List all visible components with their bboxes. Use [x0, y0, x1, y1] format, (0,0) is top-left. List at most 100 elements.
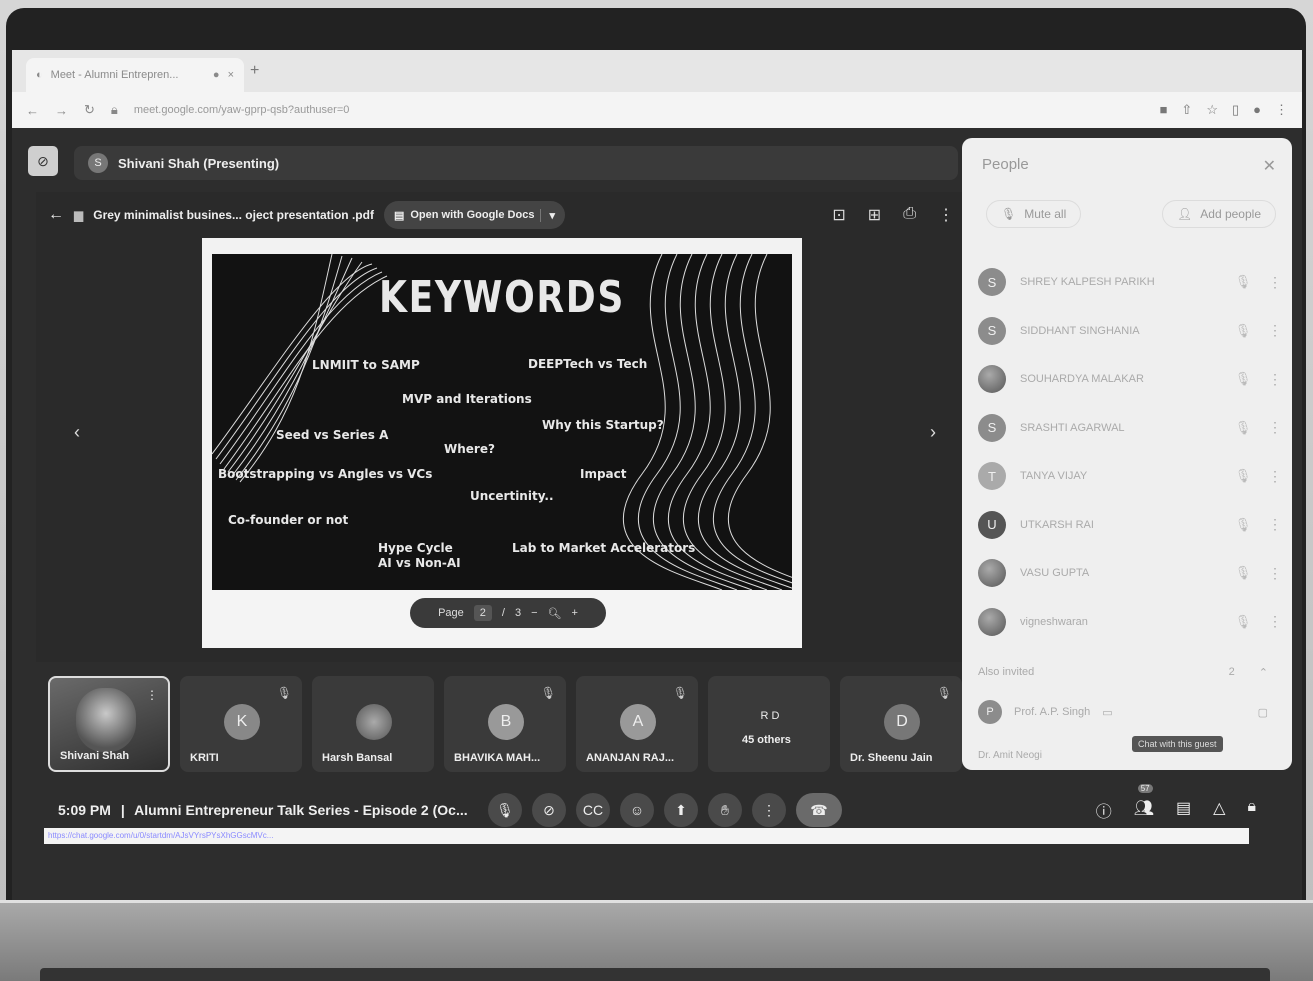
more-options-icon[interactable]: ⋮ [1268, 565, 1282, 582]
host-controls-icon[interactable]: 🔒︎ [1247, 798, 1256, 822]
participant-row[interactable]: VASU GUPTA 🎙︎ ⋮ [978, 549, 1282, 598]
zoom-icon[interactable]: 🔍︎ [548, 607, 562, 620]
chevron-down-icon[interactable]: ▾ [540, 208, 555, 222]
participant-row[interactable]: S SRASHTI AGARWAL 🎙︎ ⋮ [978, 404, 1282, 453]
presenting-indicator-icon[interactable]: ⊘ [28, 146, 58, 176]
participant-row[interactable]: vigneshwaran 🎙︎ ⋮ [978, 598, 1282, 647]
tab-close-icon[interactable]: × [228, 69, 234, 81]
browser-menu-icon[interactable]: ⋮ [1275, 102, 1288, 118]
participant-tile[interactable]: 🎙︎ K KRITI [180, 676, 302, 772]
slide-page: KEYWORDS LNMIIT to SAMP DEEPTech vs Tech… [202, 238, 802, 648]
forward-icon[interactable]: → [55, 103, 68, 118]
tab-audio-icon: ● [212, 69, 220, 81]
more-options-icon[interactable]: ⋮ [1268, 613, 1282, 630]
more-options-icon[interactable]: ⋮ [1268, 419, 1282, 436]
participant-list: S SHREY KALPESH PARIKH 🎙︎ ⋮ S SIDDHANT S… [978, 258, 1282, 647]
presenter-avatar: S [88, 153, 108, 173]
people-icon[interactable]: 👥︎ 57 [1134, 784, 1154, 822]
people-title: People [982, 156, 1029, 173]
mic-off-icon[interactable]: 🎙︎ [488, 793, 522, 827]
page-number-input[interactable]: 2 [473, 605, 492, 621]
participant-tile[interactable]: Harsh Bansal [312, 676, 434, 772]
camera-off-icon[interactable]: ⊘ [532, 793, 566, 827]
emoji-icon[interactable]: ☺ [620, 793, 654, 827]
chevron-up-icon[interactable]: ⌃ [1259, 666, 1268, 679]
presentation-viewer: ← ▆ Grey minimalist busines... oject pre… [36, 192, 966, 662]
more-options-icon[interactable]: ⋮ [1268, 274, 1282, 291]
mic-off-icon[interactable]: 🎙︎ [1232, 274, 1254, 290]
mute-all-button[interactable]: 🎙︎ Mute all [986, 200, 1082, 228]
participant-tile[interactable]: 🎙︎ B BHAVIKA MAH... [444, 676, 566, 772]
mute-all-label: Mute all [1024, 207, 1067, 221]
participant-tile[interactable]: 🎙︎ A ANANJAN RAJ... [576, 676, 698, 772]
mic-off-icon[interactable]: 🎙︎ [1232, 323, 1254, 339]
tile-name: 45 others [742, 734, 791, 746]
captions-icon[interactable]: CC [576, 793, 610, 827]
participant-name: TANYA VIJAY [1020, 470, 1088, 483]
more-options-icon[interactable]: ⋮ [1268, 468, 1282, 485]
back-icon[interactable]: ← [26, 103, 39, 118]
activities-icon[interactable]: △ [1213, 798, 1225, 822]
participant-tile-others[interactable]: R D 45 others [708, 676, 830, 772]
participant-row[interactable]: U UTKARSH RAI 🎙︎ ⋮ [978, 501, 1282, 550]
browser-tab-bar: ◐ Meet - Alumni Entrepren... ● × + [12, 50, 1302, 92]
participant-row[interactable]: SOUHARDYA MALAKAR 🎙︎ ⋮ [978, 355, 1282, 404]
more-options-icon[interactable]: ⋮ [752, 793, 786, 827]
participant-row[interactable]: S SIDDHANT SINGHANIA 🎙︎ ⋮ [978, 307, 1282, 356]
tile-avatar: D [884, 704, 920, 740]
tab-title: Meet - Alumni Entrepren... [50, 69, 179, 81]
print-icon[interactable]: ⎙ [903, 205, 916, 225]
mic-off-icon[interactable]: 🎙︎ [1232, 614, 1254, 630]
participant-row[interactable]: S SHREY KALPESH PARIKH 🎙︎ ⋮ [978, 258, 1282, 307]
keyword-item: Lab to Market Accelerators [512, 541, 696, 555]
chat-icon[interactable]: ▢ [1258, 706, 1268, 719]
meet-control-bar: 5:09 PM | Alumni Entrepreneur Talk Serie… [12, 784, 1302, 832]
browser-tab[interactable]: ◐ Meet - Alumni Entrepren... ● × [26, 58, 244, 92]
next-page-icon[interactable]: › [930, 422, 936, 443]
chat-tooltip: Chat with this guest [1132, 736, 1223, 752]
bookmark-star-icon[interactable]: ☆ [1206, 102, 1218, 118]
participant-row[interactable]: T TANYA VIJAY 🎙︎ ⋮ [978, 452, 1282, 501]
profile-avatar-icon[interactable]: ● [1253, 102, 1261, 118]
more-options-icon[interactable]: ⋮ [1268, 322, 1282, 339]
share-icon[interactable]: ⇧ [1181, 102, 1192, 118]
mic-off-icon[interactable]: 🎙︎ [1232, 371, 1254, 387]
mic-off-icon[interactable]: 🎙︎ [1232, 420, 1254, 436]
chat-icon[interactable]: ▤ [1176, 798, 1191, 822]
meeting-details-icon[interactable]: ⓘ [1096, 798, 1112, 822]
tile-avatar-group: R D [760, 710, 780, 722]
open-with-google-docs-button[interactable]: ▤ Open with Google Docs ▾ [383, 201, 565, 229]
mic-off-icon[interactable]: 🎙︎ [1232, 517, 1254, 533]
new-tab-icon[interactable]: + [250, 62, 259, 80]
people-count-badge: 57 [1137, 784, 1153, 793]
add-people-button[interactable]: 👤︎ Add people [1162, 200, 1276, 228]
keyword-item: AI vs Non-AI [378, 556, 461, 570]
participant-tile[interactable]: 🎙︎ D Dr. Sheenu Jain [840, 676, 962, 772]
zoom-in-icon[interactable]: + [571, 607, 577, 619]
leave-call-icon[interactable]: ☎︎ [796, 793, 842, 827]
sidebar-icon[interactable]: ▯ [1232, 102, 1239, 118]
url-field[interactable]: meet.google.com/yaw-gprp-qsb?authuser=0 [134, 104, 1144, 116]
previous-page-icon[interactable]: ‹ [74, 422, 80, 443]
present-screen-icon[interactable]: ⬆ [664, 793, 698, 827]
add-shortcut-icon[interactable]: ⊞ [868, 205, 881, 225]
mic-off-icon[interactable]: 🎙︎ [1232, 565, 1254, 581]
participant-avatar [978, 559, 1006, 588]
keyword-item: Uncertinity.. [470, 489, 554, 503]
camera-indicator-icon[interactable]: ■ [1160, 102, 1168, 118]
docs-icon: ▤ [393, 209, 405, 222]
participant-tile-self[interactable]: ⋮ Shivani Shah [48, 676, 170, 772]
zoom-out-icon[interactable]: − [531, 607, 537, 619]
more-options-icon[interactable]: ⋮ [938, 205, 954, 225]
back-arrow-icon[interactable]: ← [48, 206, 64, 224]
tile-name: Harsh Bansal [322, 752, 393, 764]
raise-hand-icon[interactable]: ✋︎ [708, 793, 742, 827]
more-options-icon[interactable]: ⋮ [1268, 516, 1282, 533]
page-total: 3 [514, 607, 522, 619]
add-to-drive-icon[interactable]: ⊡ [832, 205, 845, 225]
mic-off-icon[interactable]: 🎙︎ [1232, 468, 1254, 484]
meet-favicon-icon: ◐ [36, 69, 43, 81]
more-options-icon[interactable]: ⋮ [1268, 371, 1282, 388]
reload-icon[interactable]: ↻ [84, 102, 95, 118]
close-icon[interactable]: ✕ [1263, 156, 1276, 176]
